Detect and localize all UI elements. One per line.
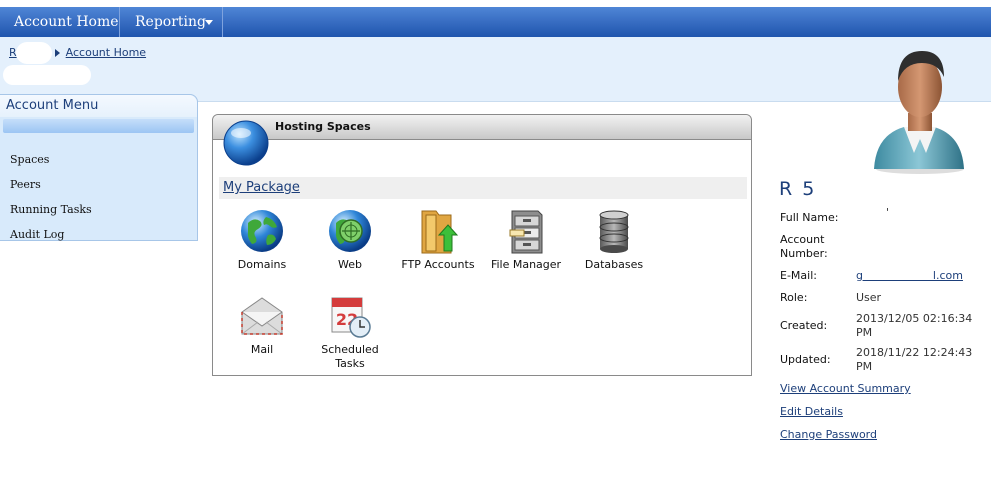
menu-item-audit-log[interactable]: Audit Log (0, 222, 197, 247)
account-menu-title: Account Menu (0, 95, 197, 117)
databases-label: Databases (584, 258, 644, 271)
full-name-value: ' (886, 206, 890, 219)
nav-reporting-menu[interactable]: Reporting (120, 7, 223, 37)
file-manager-label: File Manager (490, 258, 562, 271)
change-password-link[interactable]: Change Password (780, 428, 877, 441)
header-band: R Account Home (0, 37, 991, 102)
hosting-sphere-icon (223, 120, 269, 166)
user-display-name: R 5 (779, 178, 817, 200)
domains-label: Domains (237, 258, 287, 271)
scheduled-tasks-label: Scheduled Tasks (321, 343, 379, 370)
user-avatar-icon (874, 51, 964, 174)
updated-label: Updated: (780, 353, 831, 366)
full-name-label: Full Name: (780, 211, 839, 224)
hosting-spaces-panel: Hosting Spaces My Package Domains Web FT… (212, 114, 752, 376)
mail-tile[interactable]: Mail (222, 292, 302, 357)
ftp-accounts-label: FTP Accounts (401, 258, 475, 271)
redaction-mask (3, 65, 91, 85)
menu-item-running-tasks[interactable]: Running Tasks (0, 197, 197, 222)
ftp-folder-icon (421, 210, 459, 254)
menu-item-spaces[interactable]: Spaces (0, 147, 197, 172)
role-label: Role: (780, 291, 808, 304)
web-tile[interactable]: Web (310, 207, 390, 272)
nav-account-home[interactable]: Account Home (0, 7, 120, 37)
nav-account-home-label: Account Home (14, 14, 119, 30)
web-globe-icon (329, 210, 371, 252)
redaction-mask (16, 42, 52, 64)
edit-details-link[interactable]: Edit Details (780, 405, 843, 418)
account-menu-bar (3, 119, 194, 133)
top-navigation-bar: Account Home Reporting (0, 0, 991, 37)
breadcrumb-arrow-icon (54, 49, 60, 57)
created-value: 2013/12/05 02:16:34 PM (856, 312, 973, 339)
caret-down-icon (205, 20, 213, 25)
email-label: E-Mail: (780, 269, 817, 282)
ftp-accounts-tile[interactable]: FTP Accounts (398, 207, 478, 272)
updated-value: 2018/11/22 12:24:43 PM (856, 346, 973, 373)
view-account-summary-link[interactable]: View Account Summary (780, 382, 911, 395)
mail-label: Mail (250, 343, 274, 356)
globe-icon (241, 210, 283, 252)
file-manager-tile[interactable]: File Manager (486, 207, 566, 272)
envelope-icon (241, 297, 283, 335)
account-number-label: Account Number: (780, 233, 828, 260)
calendar-clock-icon: 22 (331, 297, 371, 338)
web-label: Web (338, 258, 362, 271)
menu-item-peers[interactable]: Peers (0, 172, 197, 197)
hosting-spaces-title: Hosting Spaces (213, 115, 751, 140)
scheduled-tasks-tile[interactable]: 22 Scheduled Tasks (310, 292, 390, 371)
account-menu-list: Spaces Peers Running Tasks Audit Log (0, 147, 197, 247)
domains-tile[interactable]: Domains (222, 207, 302, 272)
created-label: Created: (780, 319, 828, 332)
my-package-link[interactable]: My Package (223, 180, 300, 195)
databases-tile[interactable]: Databases (574, 207, 654, 272)
role-value: User (856, 291, 882, 304)
database-icon (599, 210, 629, 253)
breadcrumb-account-home-link[interactable]: Account Home (66, 46, 146, 59)
account-menu: Account Menu Spaces Peers Running Tasks … (0, 94, 198, 241)
email-value-link[interactable]: g l.com (856, 269, 963, 283)
my-package-row: My Package (219, 177, 747, 199)
file-cabinet-icon (509, 210, 543, 254)
nav-reporting-label: Reporting (135, 14, 206, 30)
